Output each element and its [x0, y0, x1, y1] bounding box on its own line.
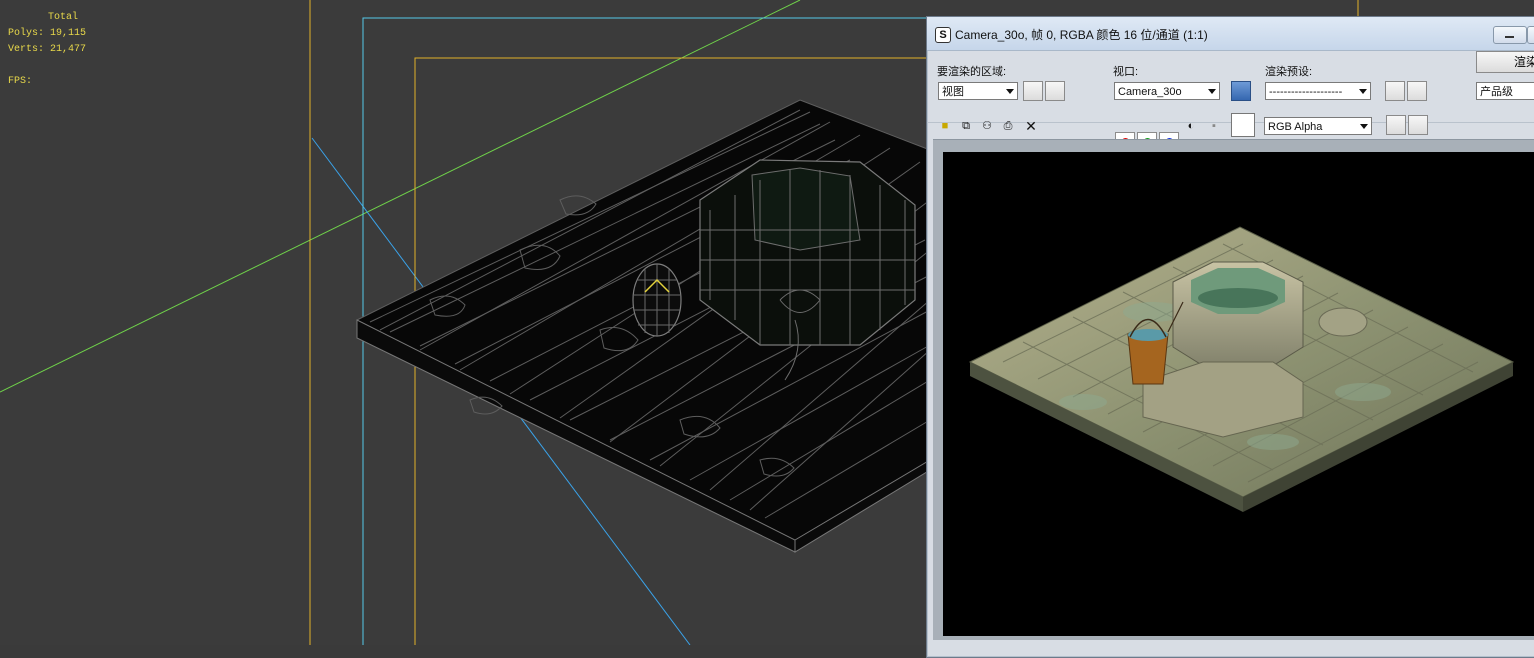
display-channel-dropdown[interactable]: RGB Alpha: [1264, 117, 1372, 135]
window-titlebar[interactable]: S Camera_30o, 帧 0, RGBA 颜色 16 位/通道 (1:1): [927, 17, 1534, 51]
alpha-channel-icon[interactable]: ◐: [1183, 118, 1199, 134]
area-to-render-value: 视图: [942, 86, 964, 98]
viewport-value: Camera_30o: [1118, 86, 1182, 98]
render-canvas-area: [933, 139, 1534, 640]
toggle-ui-icon[interactable]: [1408, 115, 1428, 135]
side-rock: [1318, 307, 1368, 337]
toggle-ui-overlay-icon[interactable]: [1386, 115, 1406, 135]
chevron-down-icon: [1205, 83, 1219, 99]
render-setup-icon[interactable]: [1385, 81, 1405, 101]
edit-region-icon[interactable]: [1023, 81, 1043, 101]
rendered-image: [943, 152, 1534, 636]
render-frame-window[interactable]: S Camera_30o, 帧 0, RGBA 颜色 16 位/通道 (1:1)…: [926, 16, 1534, 658]
fps-label: FPS:: [8, 76, 33, 87]
color-swatch[interactable]: [1231, 113, 1255, 137]
copy-icon[interactable]: ⧉: [958, 118, 974, 134]
stats-total-label: Total: [48, 12, 79, 23]
viewport-stats: Total Polys: 19,115 Verts: 21,477 FPS:: [8, 10, 86, 90]
verts-label: Verts:: [8, 44, 45, 55]
auto-region-icon[interactable]: [1045, 81, 1065, 101]
render-preset-label: 渲染预设:: [1265, 66, 1313, 78]
render-button[interactable]: 渲染: [1476, 51, 1534, 73]
save-icon[interactable]: ■: [937, 118, 953, 134]
stats-verts: Verts: 21,477: [8, 42, 86, 58]
render-preset-value: --------------------: [1269, 86, 1343, 98]
maximize-button[interactable]: [1527, 26, 1534, 44]
quality-dropdown[interactable]: 产品级: [1476, 82, 1534, 100]
quality-value: 产品级: [1480, 86, 1513, 98]
area-to-render-dropdown[interactable]: 视图: [938, 82, 1018, 100]
app-icon: S: [935, 27, 951, 43]
print-icon[interactable]: ⎙: [1000, 118, 1016, 134]
environment-icon[interactable]: [1407, 81, 1427, 101]
display-channel-value: RGB Alpha: [1268, 121, 1323, 133]
chevron-down-icon: [1356, 83, 1370, 99]
polys-value: 19,115: [50, 28, 87, 39]
polys-label: Polys:: [8, 28, 45, 39]
render-preset-dropdown[interactable]: --------------------: [1265, 82, 1371, 100]
chevron-down-icon: [1357, 118, 1371, 134]
viewport-label: 视口:: [1113, 66, 1139, 78]
viewport-dropdown[interactable]: Camera_30o: [1114, 82, 1220, 100]
minimize-button[interactable]: [1493, 26, 1527, 44]
area-to-render-label: 要渲染的区域:: [937, 66, 1007, 78]
wireframe-model[interactable]: [356, 99, 931, 553]
stats-polys: Polys: 19,115: [8, 26, 86, 42]
clear-icon[interactable]: ✕: [1023, 118, 1039, 134]
mono-icon[interactable]: ▪: [1206, 118, 1222, 134]
clone-icon[interactable]: ⚇: [979, 118, 995, 134]
window-title: Camera_30o, 帧 0, RGBA 颜色 16 位/通道 (1:1): [955, 28, 1208, 42]
verts-value: 21,477: [50, 44, 87, 55]
chevron-down-icon: [1003, 83, 1017, 99]
rendered-well-scene: [968, 226, 1515, 512]
lock-icon[interactable]: [1231, 81, 1251, 101]
